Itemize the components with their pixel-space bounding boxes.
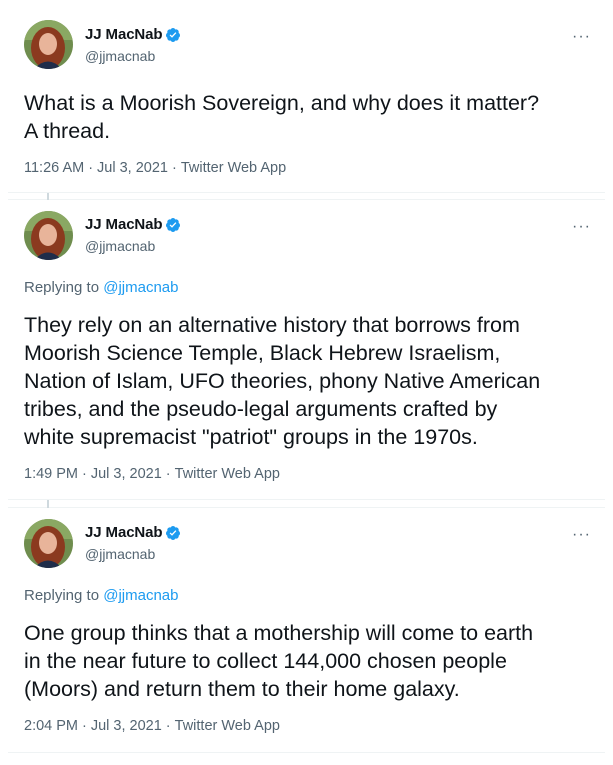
avatar-image	[24, 20, 73, 69]
tweet-text: What is a Moorish Sovereign, and why doe…	[24, 91, 540, 143]
tweet-meta: 11:26 AM · Jul 3, 2021 · Twitter Web App	[24, 160, 286, 176]
replying-to: Replying to @jjmacnab	[24, 587, 178, 604]
replying-to-handle-link[interactable]: @jjmacnab	[103, 587, 178, 604]
author-name[interactable]: JJ MacNab	[85, 216, 163, 233]
avatar[interactable]	[24, 519, 73, 568]
verified-badge-icon	[165, 27, 181, 43]
replying-to-handle-link[interactable]: @jjmacnab	[103, 279, 178, 296]
replying-to-label: Replying to	[24, 587, 104, 604]
tweet-time[interactable]: 1:49 PM	[24, 466, 78, 482]
author-handle[interactable]: @jjmacnab	[85, 48, 155, 64]
meta-separator: ·	[82, 466, 87, 482]
meta-separator: ·	[172, 160, 177, 176]
tweet-meta: 1:49 PM · Jul 3, 2021 · Twitter Web App	[24, 466, 280, 482]
meta-separator: ·	[88, 160, 94, 176]
meta-separator: ·	[82, 718, 87, 734]
tweet-source[interactable]: Twitter Web App	[181, 160, 286, 176]
tweet-time[interactable]: 2:04 PM	[24, 718, 78, 734]
tweet-text: One group thinks that a mothership will …	[24, 621, 534, 701]
more-options-icon[interactable]: ···	[572, 219, 591, 235]
tweet-3[interactable]: JJ MacNab @jjmacnab ··· Replying to @jjm…	[0, 508, 613, 753]
avatar-image	[24, 519, 73, 568]
meta-separator: ·	[165, 466, 171, 482]
tweet-source[interactable]: Twitter Web App	[175, 466, 280, 482]
author-handle[interactable]: @jjmacnab	[85, 238, 155, 254]
tweet-2[interactable]: JJ MacNab @jjmacnab ··· Replying to @jjm…	[0, 200, 613, 499]
replying-to: Replying to @jjmacnab	[24, 279, 178, 296]
divider	[8, 499, 605, 500]
more-options-icon[interactable]: ···	[572, 527, 591, 543]
tweet-date[interactable]: Jul 3, 2021	[91, 718, 162, 734]
avatar-image	[24, 211, 73, 260]
avatar[interactable]	[24, 211, 73, 260]
tweet-date[interactable]: Jul 3, 2021	[97, 160, 168, 176]
more-options-icon[interactable]: ···	[572, 29, 591, 45]
tweet-1[interactable]: JJ MacNab @jjmacnab ··· What is a Mooris…	[0, 0, 613, 193]
tweet-meta: 2:04 PM · Jul 3, 2021 · Twitter Web App	[24, 718, 280, 734]
avatar[interactable]	[24, 20, 73, 69]
author-handle[interactable]: @jjmacnab	[85, 546, 155, 562]
tweet-text: They rely on an alternative history that…	[24, 313, 541, 449]
divider	[8, 752, 605, 753]
divider	[8, 192, 605, 193]
meta-separator: ·	[165, 718, 171, 734]
verified-badge-icon	[165, 525, 181, 541]
author-name[interactable]: JJ MacNab	[85, 26, 163, 43]
tweet-time[interactable]: 11:26 AM	[24, 160, 84, 176]
verified-badge-icon	[165, 217, 181, 233]
replying-to-label: Replying to	[24, 279, 104, 296]
tweet-source[interactable]: Twitter Web App	[175, 718, 280, 734]
author-name[interactable]: JJ MacNab	[85, 524, 163, 541]
tweet-date[interactable]: Jul 3, 2021	[91, 466, 162, 482]
